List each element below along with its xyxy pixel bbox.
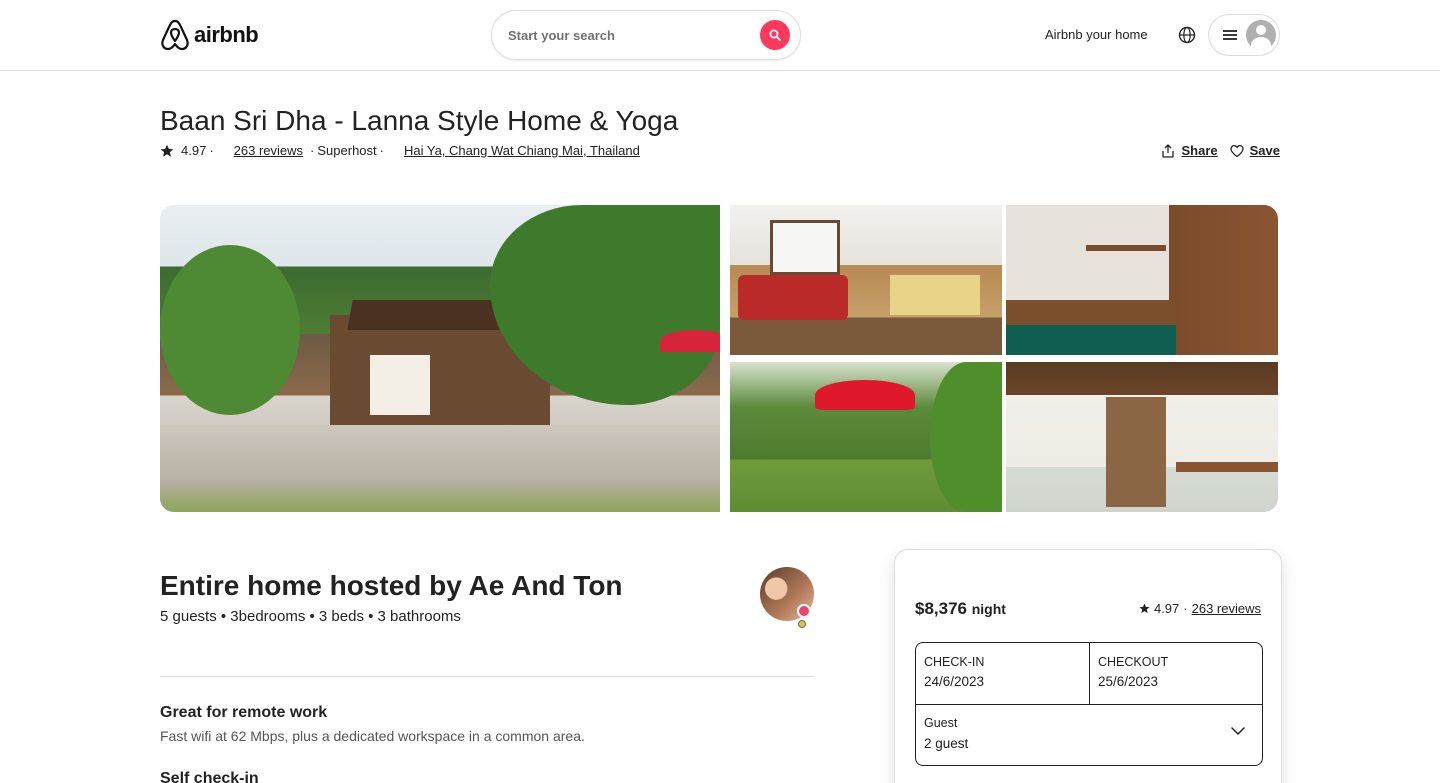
checkout-label: CHECKOUT xyxy=(1098,655,1169,669)
card-reviews-link[interactable]: 263 reviews xyxy=(1192,601,1261,616)
share-icon[interactable] xyxy=(1161,143,1175,158)
share-button[interactable]: Share xyxy=(1181,143,1217,158)
search-button[interactable] xyxy=(760,20,790,50)
checkin-label: CHECK-IN xyxy=(924,655,985,669)
globe-icon[interactable] xyxy=(1178,26,1196,44)
superhost-label: Superhost xyxy=(317,143,377,158)
card-separator: · xyxy=(1183,601,1188,616)
checkout-value: 25/6/2023 xyxy=(1098,674,1159,689)
reviews-link[interactable]: 263 reviews xyxy=(234,143,303,158)
price-amount: $8,376 xyxy=(915,599,967,618)
superhost-badge-icon xyxy=(797,604,811,618)
photo-floor xyxy=(1006,325,1176,355)
airbnb-logo[interactable]: airbnb xyxy=(160,18,259,52)
photo-garden-umbrella[interactable] xyxy=(730,362,1002,512)
photo-gallery xyxy=(160,205,1278,512)
save-button[interactable]: Save xyxy=(1250,143,1280,158)
host-summary: 5 guests • 3bedrooms • 3 beds • 3 bathro… xyxy=(160,608,461,625)
airbnb-logo-icon xyxy=(161,19,189,51)
menu-icon xyxy=(1223,30,1237,40)
heart-icon[interactable] xyxy=(1229,144,1244,158)
location-link[interactable]: Hai Ya, Chang Wat Chiang Mai, Thailand xyxy=(404,143,640,158)
photo-bed xyxy=(890,275,980,315)
search-placeholder: Start your search xyxy=(508,27,615,43)
chevron-down-icon[interactable] xyxy=(1230,726,1246,736)
photo-living-room[interactable] xyxy=(730,205,1002,355)
checkin-value: 24/6/2023 xyxy=(924,674,985,689)
photo-courtyard xyxy=(160,425,720,512)
checkout-field[interactable]: CHECKOUT 25/6/2023 xyxy=(1090,643,1262,704)
site-header: airbnb Start your search Airbnb your hom… xyxy=(0,0,1440,71)
user-avatar-icon xyxy=(1246,20,1276,50)
meta-separator: · xyxy=(310,143,315,158)
listing-meta: 4.97 · 263 reviews · Superhost · Hai Ya,… xyxy=(160,143,640,158)
search-icon xyxy=(769,29,781,41)
feature-description: Fast wifi at 62 Mbps, plus a dedicated w… xyxy=(160,728,585,744)
guest-label: Guest xyxy=(924,716,958,730)
date-guest-picker: CHECK-IN 24/6/2023 CHECKOUT 25/6/2023 Gu… xyxy=(915,642,1263,766)
feature-title: Self check-in xyxy=(160,770,259,783)
photo-sofa xyxy=(738,275,848,320)
photo-window xyxy=(770,220,840,275)
photo-banana-leaf xyxy=(930,362,1002,512)
photo-umbrella xyxy=(815,380,915,410)
search-bar[interactable]: Start your search xyxy=(491,10,801,60)
host-title: Entire home hosted by Ae And Ton xyxy=(160,570,623,601)
section-divider xyxy=(160,676,814,677)
booking-card: $8,376 night 4.97 · 263 reviews CHECK-IN 2… xyxy=(894,549,1282,783)
logo-text: airbnb xyxy=(194,22,259,47)
feature-title: Great for remote work xyxy=(160,704,328,721)
guest-value: 2 guest xyxy=(924,736,969,751)
photo-veranda[interactable] xyxy=(1006,362,1278,512)
price-unit: night xyxy=(971,601,1006,617)
user-menu-button[interactable] xyxy=(1208,14,1280,56)
listing-actions: Share Save xyxy=(1161,143,1280,158)
photo-kitchen[interactable] xyxy=(1006,205,1278,355)
card-rating: 4.97 · 263 reviews xyxy=(1139,601,1261,616)
photo-wood-door xyxy=(1106,397,1166,507)
meta-separator: · xyxy=(209,143,214,158)
listing-rating: 4.97 xyxy=(181,143,207,158)
photo-door xyxy=(370,355,430,415)
meta-separator: · xyxy=(379,143,384,158)
checkin-field[interactable]: CHECK-IN 24/6/2023 xyxy=(916,643,1089,704)
card-rating-value: 4.97 xyxy=(1153,601,1180,616)
photo-umbrella xyxy=(660,330,720,352)
photo-table xyxy=(1176,462,1278,472)
guest-field[interactable]: Guest 2 guest xyxy=(916,705,1262,765)
listing-title: Baan Sri Dha - Lanna Style Home & Yoga xyxy=(160,105,679,136)
badge-dot-icon xyxy=(798,620,806,628)
photo-tree xyxy=(160,245,300,415)
airbnb-your-home-link[interactable]: Airbnb your home xyxy=(1045,27,1148,42)
nightly-price: $8,376 night xyxy=(915,599,1006,619)
photo-shelf xyxy=(1086,245,1166,251)
photo-main-garden[interactable] xyxy=(160,205,720,512)
star-icon xyxy=(160,144,174,157)
star-icon xyxy=(1139,603,1150,613)
